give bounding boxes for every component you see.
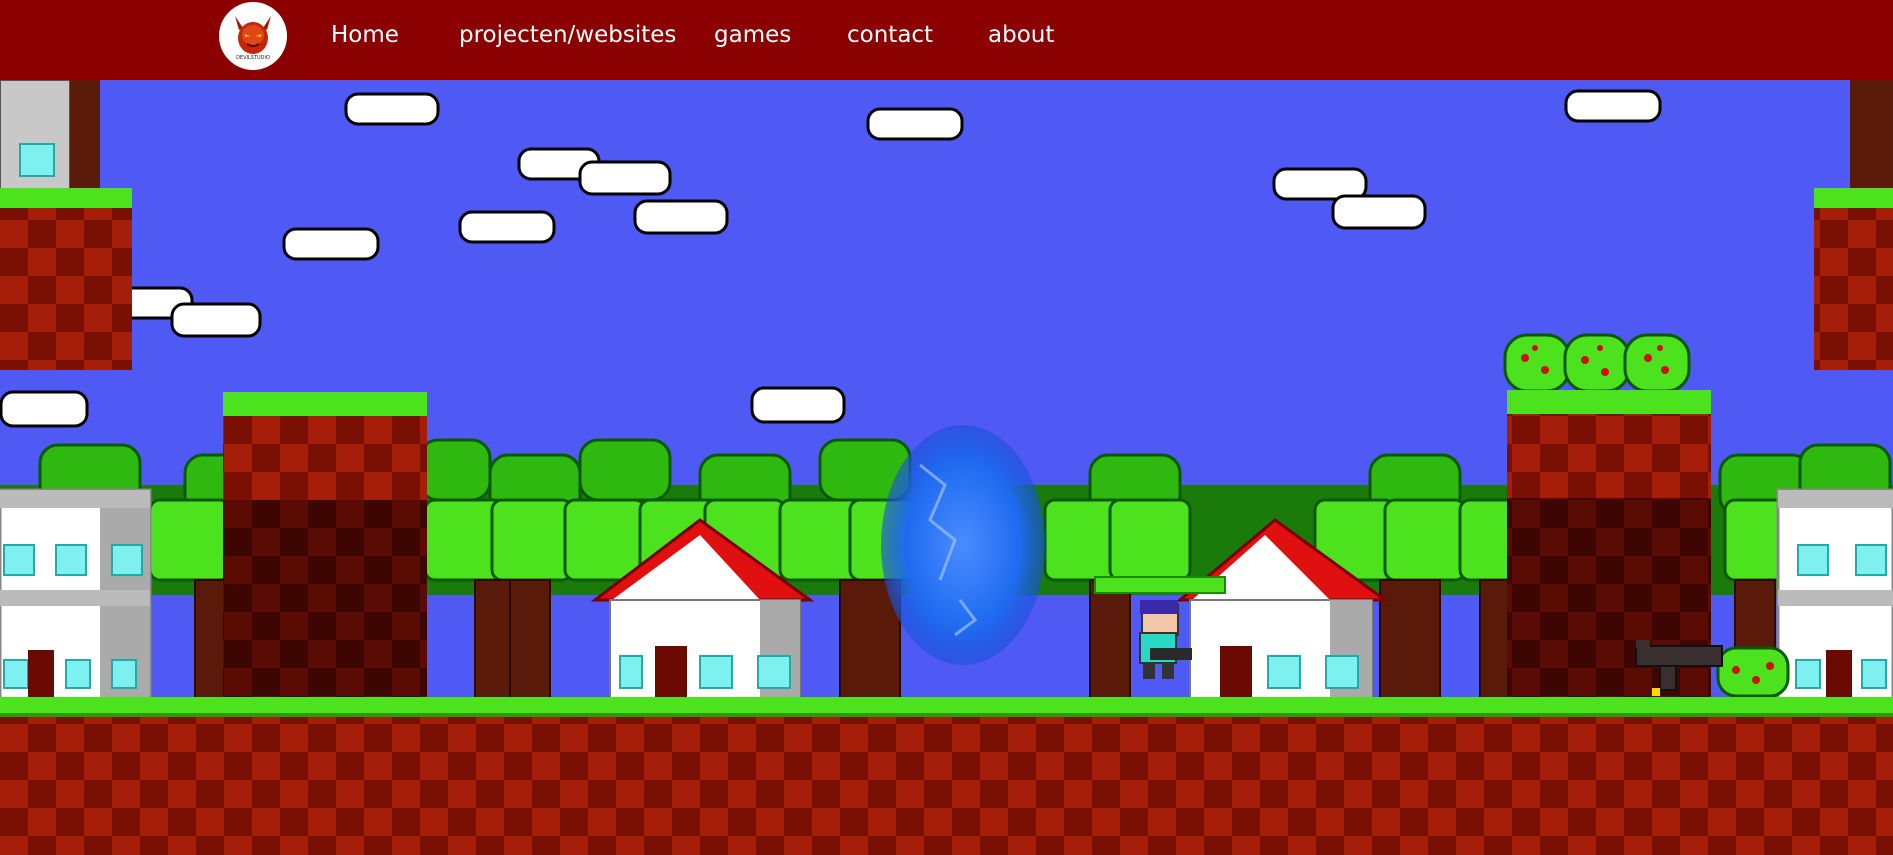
devil-logo-graphic: DEVILSTUDIO: [220, 3, 286, 69]
dirt-pillar-left: [223, 392, 427, 700]
game-scene: [0, 80, 1893, 855]
nav-link-games[interactable]: games: [714, 20, 791, 50]
bush: [1716, 646, 1790, 698]
nav-link-home[interactable]: Home: [331, 20, 399, 50]
floating-platform-left: [0, 80, 132, 370]
cloud: [170, 302, 262, 338]
cloud: [1564, 89, 1662, 123]
devil-logo-icon[interactable]: DEVILSTUDIO: [219, 2, 287, 70]
nav-link-contact[interactable]: contact: [847, 20, 933, 50]
cloud: [866, 107, 964, 141]
top-navbar: DEVILSTUDIO Home projecten/websites game…: [0, 0, 1893, 80]
cloud: [750, 386, 846, 424]
game-canvas[interactable]: [0, 80, 1893, 855]
cloud: [282, 227, 380, 261]
nav-link-about[interactable]: about: [988, 20, 1054, 50]
player-health-bar: [1094, 576, 1226, 594]
building-left: [0, 488, 152, 702]
cloud: [578, 160, 672, 196]
portal: [881, 425, 1045, 665]
cloud: [458, 210, 556, 244]
cloud: [0, 390, 89, 428]
nav-link-projecten-websites[interactable]: projecten/websites: [459, 20, 676, 50]
floating-platform-right: [1814, 80, 1893, 370]
ground: [0, 697, 1893, 855]
bush: [1503, 333, 1691, 393]
cloud: [1331, 194, 1427, 230]
cloud: [633, 199, 729, 235]
clouds: [0, 89, 1662, 428]
svg-text:DEVILSTUDIO: DEVILSTUDIO: [236, 55, 270, 61]
cloud: [344, 92, 440, 126]
building-right: [1776, 488, 1893, 702]
